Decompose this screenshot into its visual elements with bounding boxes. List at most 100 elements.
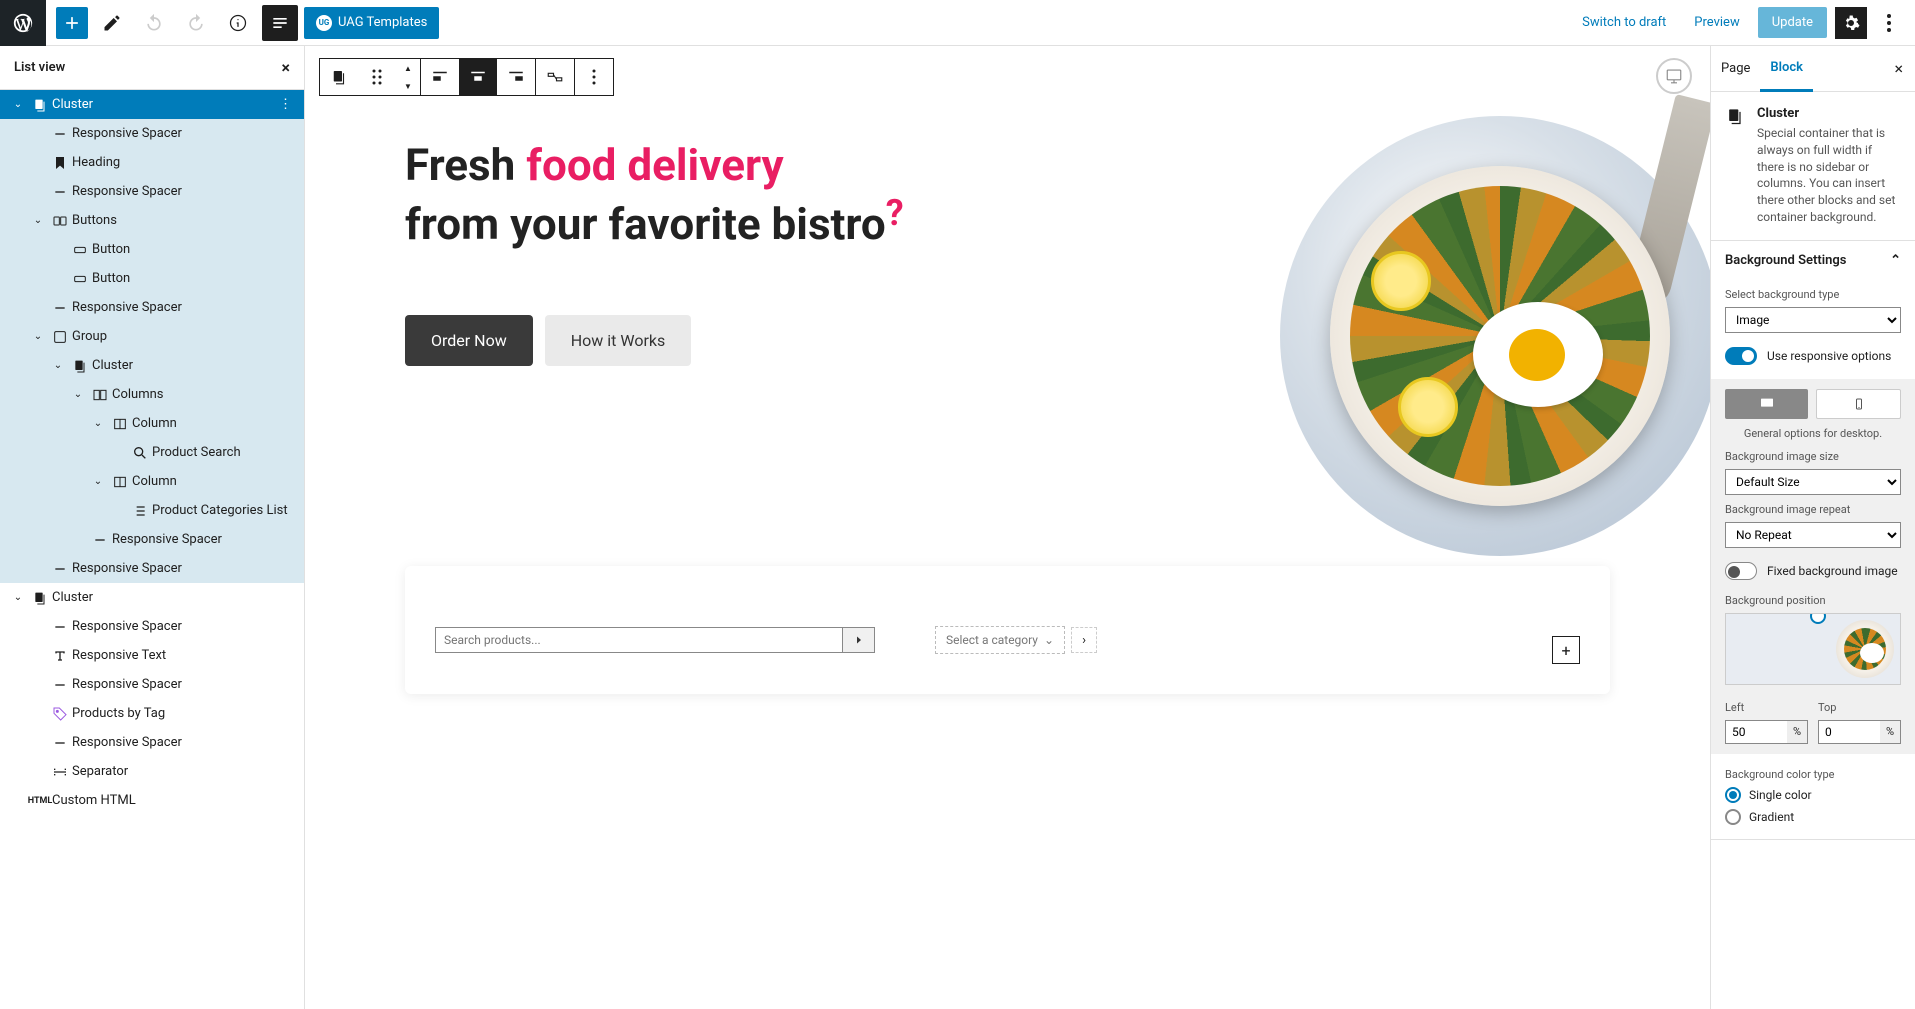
align-center-button[interactable] — [459, 59, 497, 95]
listview-item-label: Cluster — [52, 97, 93, 112]
how-it-works-button[interactable]: How it Works — [545, 315, 692, 366]
listview-item-label: Responsive Spacer — [72, 561, 182, 576]
listview-item[interactable]: Responsive Spacer — [0, 670, 304, 699]
listview-item-label: Product Search — [152, 445, 241, 460]
move-down-button[interactable]: ▼ — [396, 77, 420, 95]
bg-left-input[interactable] — [1726, 721, 1787, 743]
chevron-icon[interactable]: ⌄ — [8, 99, 28, 110]
hero-heading[interactable]: Fresh food delivery from your favorite b… — [405, 136, 1640, 255]
tab-page[interactable]: Page — [1711, 47, 1760, 90]
listview-item-label: Responsive Spacer — [112, 532, 222, 547]
bookmark-icon — [48, 155, 72, 171]
search-submit-button[interactable] — [843, 627, 875, 653]
move-up-button[interactable]: ▲ — [396, 59, 420, 77]
chevron-icon[interactable]: ⌄ — [48, 360, 68, 371]
device-preview-badge[interactable] — [1656, 58, 1692, 94]
listview-item-label: Heading — [72, 155, 120, 170]
device-caption: General options for desktop. — [1725, 427, 1901, 440]
radio-single-color[interactable]: Single color — [1725, 787, 1901, 803]
align-left-button[interactable] — [421, 59, 459, 95]
bg-size-label: Background image size — [1725, 450, 1901, 463]
close-listview-button[interactable]: × — [282, 58, 291, 77]
block-type-button[interactable] — [320, 59, 358, 95]
add-block-inline-button[interactable]: + — [1552, 636, 1580, 664]
chevron-icon[interactable]: ⌄ — [28, 215, 48, 226]
bg-type-select[interactable]: Image — [1725, 307, 1901, 333]
product-search-input[interactable] — [435, 627, 843, 653]
settings-sidebar: Page Block × Cluster Special container t… — [1710, 46, 1915, 1009]
more-options-button[interactable] — [1875, 5, 1903, 41]
listview-item-label: Responsive Spacer — [72, 300, 182, 315]
listview-item[interactable]: ⌄Buttons — [0, 206, 304, 235]
listview-item[interactable]: ⌄ Cluster ⋮ — [0, 90, 304, 119]
radio-gradient[interactable]: Gradient — [1725, 809, 1901, 825]
listview-item[interactable]: Responsive Spacer — [0, 728, 304, 757]
listview-item[interactable]: Responsive Spacer — [0, 293, 304, 322]
update-button[interactable]: Update — [1758, 7, 1827, 38]
add-block-button[interactable] — [56, 7, 88, 39]
listview-item-label: Button — [92, 271, 130, 286]
bg-repeat-select[interactable]: No Repeat — [1725, 522, 1901, 548]
listview-item[interactable]: Responsive Spacer — [0, 612, 304, 641]
settings-button[interactable] — [1835, 7, 1867, 39]
listview-item[interactable]: Product Categories List — [0, 496, 304, 525]
order-now-button[interactable]: Order Now — [405, 315, 533, 366]
block-toolbar: ▲▼ — [319, 58, 614, 96]
listview-item[interactable]: ⌄Cluster — [0, 351, 304, 380]
block-more-button[interactable] — [575, 59, 613, 95]
bg-position-picker[interactable] — [1725, 613, 1901, 685]
chevron-icon[interactable]: ⌄ — [28, 331, 48, 342]
listview-item[interactable]: ⌄Column — [0, 467, 304, 496]
listview-item[interactable]: ⌄ Group — [0, 322, 304, 351]
wordpress-logo[interactable] — [0, 0, 46, 46]
bg-settings-header[interactable]: Background Settings⌃ — [1711, 241, 1915, 280]
mobile-device-button[interactable] — [1816, 389, 1901, 419]
listview-item[interactable]: ⌄Cluster — [0, 583, 304, 612]
listview-item[interactable]: Responsive Spacer — [0, 119, 304, 148]
desktop-device-button[interactable] — [1725, 389, 1808, 419]
listview-toggle-button[interactable] — [262, 5, 298, 41]
listview-item[interactable]: Responsive Text — [0, 641, 304, 670]
preview-button[interactable]: Preview — [1684, 9, 1749, 36]
listview-item-label: Group — [72, 329, 107, 344]
listview-item[interactable]: Separator — [0, 757, 304, 786]
listview-item[interactable]: Button — [0, 264, 304, 293]
position-handle[interactable] — [1810, 613, 1826, 624]
chevron-icon[interactable]: ⌄ — [88, 476, 108, 487]
bg-size-select[interactable]: Default Size — [1725, 469, 1901, 495]
category-select[interactable]: Select a category⌄ — [935, 626, 1065, 654]
close-sidebar-button[interactable]: × — [1882, 59, 1915, 78]
tab-block[interactable]: Block — [1760, 46, 1813, 92]
listview-item[interactable]: Product Search — [0, 438, 304, 467]
switch-to-draft-button[interactable]: Switch to draft — [1572, 9, 1676, 36]
listview-item[interactable]: Heading — [0, 148, 304, 177]
listview-item[interactable]: HTMLCustom HTML — [0, 786, 304, 815]
bg-top-input[interactable] — [1819, 721, 1880, 743]
listview-item[interactable]: Button — [0, 235, 304, 264]
listview-item[interactable]: Responsive Spacer — [0, 177, 304, 206]
fixed-bg-toggle[interactable] — [1725, 562, 1757, 580]
chevron-icon[interactable]: ⌄ — [68, 389, 88, 400]
chevron-icon[interactable]: ⌄ — [8, 592, 28, 603]
listview-item-label: Column — [132, 416, 177, 431]
listview-item-more-button[interactable]: ⋮ — [275, 97, 296, 112]
listview-item[interactable]: ⌄Columns — [0, 380, 304, 409]
chevron-icon[interactable]: ⌄ — [88, 418, 108, 429]
responsive-toggle[interactable] — [1725, 347, 1757, 365]
uag-templates-button[interactable]: UGUAG Templates — [304, 7, 439, 39]
edit-mode-button[interactable] — [94, 5, 130, 41]
info-button[interactable] — [220, 5, 256, 41]
drag-handle-button[interactable] — [358, 59, 396, 95]
listview-item[interactable]: ⌄ Column — [0, 409, 304, 438]
undo-button[interactable] — [136, 5, 172, 41]
listview-item-label: Custom HTML — [52, 793, 136, 808]
redo-button[interactable] — [178, 5, 214, 41]
listview-item[interactable]: Products by Tag — [0, 699, 304, 728]
category-next-button[interactable]: › — [1071, 627, 1097, 653]
listview-item[interactable]: Responsive Spacer — [0, 525, 304, 554]
listview-item[interactable]: Responsive Spacer — [0, 554, 304, 583]
group-icon — [48, 329, 72, 345]
align-right-button[interactable] — [497, 59, 535, 95]
full-width-button[interactable] — [536, 59, 574, 95]
editor-canvas[interactable]: ▲▼ — [305, 46, 1710, 1009]
